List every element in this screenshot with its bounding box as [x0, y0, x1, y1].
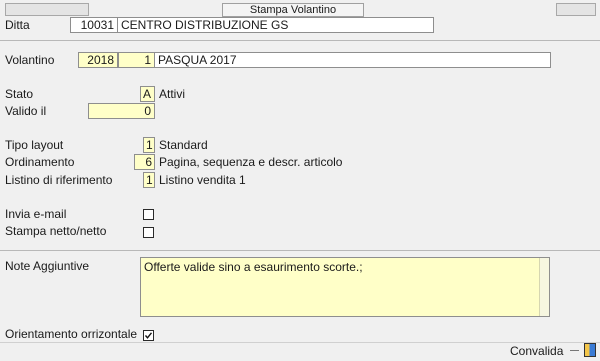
orientamento-label: Orientamento orrizontale	[5, 327, 138, 341]
stato-code-field[interactable]: A	[140, 86, 155, 102]
volantino-year-field[interactable]: 2018	[78, 52, 118, 68]
invia-email-label: Invia e-mail	[5, 207, 67, 221]
ordinamento-label: Ordinamento	[5, 155, 75, 169]
note-scrollbar[interactable]	[539, 258, 549, 316]
tipo-layout-code-field[interactable]: 1	[143, 137, 155, 153]
stampa-netto-label: Stampa netto/netto	[5, 224, 107, 238]
orientamento-checkbox[interactable]	[143, 330, 154, 341]
section-divider	[0, 40, 600, 41]
checkmark-icon	[145, 332, 152, 339]
convalida-label[interactable]: Convalida	[510, 343, 563, 359]
stampa-netto-checkbox[interactable]	[143, 227, 154, 238]
listino-label: Listino di riferimento	[5, 173, 113, 187]
listino-code-field[interactable]: 1	[143, 172, 155, 188]
valido-il-field[interactable]: 0	[88, 103, 155, 119]
stato-description: Attivi	[159, 87, 186, 101]
window-left-button[interactable]	[5, 3, 89, 16]
window-title: Stampa Volantino	[222, 3, 364, 17]
tipo-layout-description: Standard	[159, 138, 208, 152]
note-textarea[interactable]: Offerte valide sino a esaurimento scorte…	[140, 257, 550, 317]
section-divider-bottom	[0, 250, 600, 251]
invia-email-checkbox[interactable]	[143, 209, 154, 220]
ditta-code-field[interactable]: 10031	[70, 17, 118, 33]
convalida-separator	[570, 350, 579, 351]
volantino-label: Volantino	[5, 53, 55, 67]
ditta-label: Ditta	[5, 18, 30, 32]
listino-description: Listino vendita 1	[159, 173, 246, 187]
convalida-icon[interactable]	[584, 343, 596, 357]
ditta-name-field[interactable]: CENTRO DISTRIBUZIONE GS	[117, 17, 434, 33]
ordinamento-code-field[interactable]: 6	[134, 154, 155, 170]
valido-il-label: Valido il	[5, 104, 47, 118]
note-label: Note Aggiuntive	[5, 259, 90, 273]
stato-label: Stato	[5, 87, 34, 101]
volantino-description-field[interactable]: PASQUA 2017	[154, 52, 551, 68]
volantino-number-field[interactable]: 1	[118, 52, 155, 68]
tipo-layout-label: Tipo layout	[5, 138, 64, 152]
ordinamento-description: Pagina, sequenza e descr. articolo	[159, 155, 343, 169]
window-right-button[interactable]	[556, 3, 596, 16]
